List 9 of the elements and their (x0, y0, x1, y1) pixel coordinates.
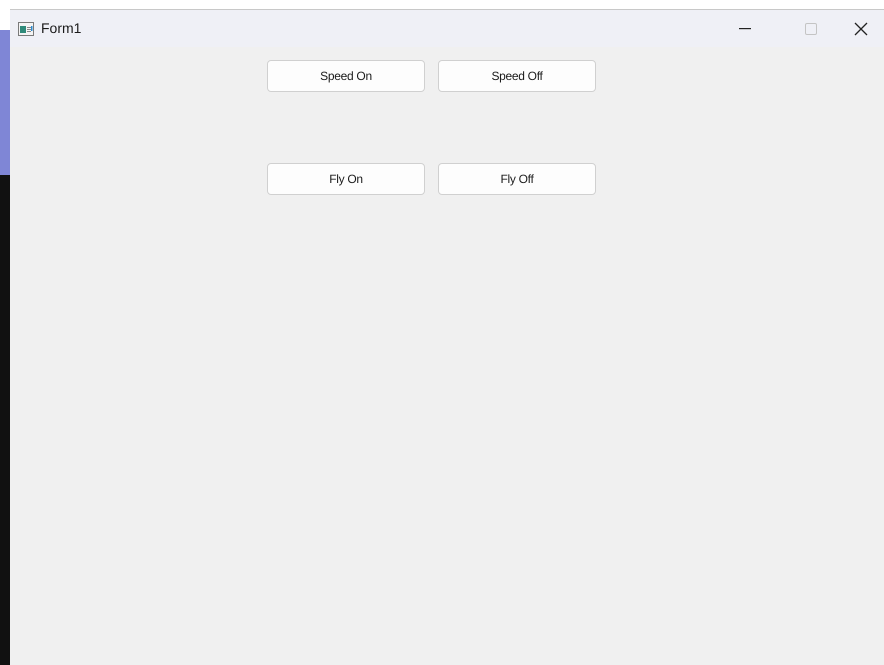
close-icon (854, 22, 868, 36)
action-button[interactable]: Speed Off (438, 60, 596, 92)
app-window-icon (18, 22, 34, 36)
action-button[interactable]: Speed On (267, 60, 425, 92)
window-title: Form1 (41, 19, 82, 38)
action-button[interactable]: Fly Off (438, 163, 596, 195)
maximize-icon (805, 22, 817, 34)
action-button[interactable]: Fly On (267, 163, 425, 195)
minimize-icon (739, 28, 751, 30)
